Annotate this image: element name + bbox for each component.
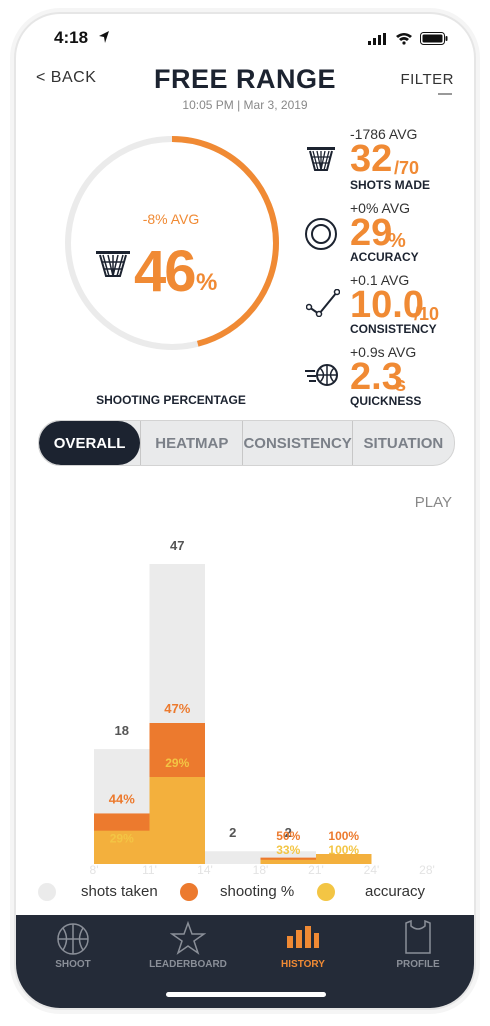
- label-accuracy: 100%: [328, 843, 359, 857]
- tab-heatmap[interactable]: HEATMAP: [140, 421, 242, 465]
- label-shooting-pct: 47%: [164, 701, 190, 716]
- legend-swatch-accuracy: [317, 883, 335, 901]
- play-button[interactable]: PLAY: [415, 494, 452, 511]
- tab-consistency[interactable]: CONSISTENCY: [242, 421, 352, 465]
- accuracy-value: 29: [350, 212, 393, 254]
- legend-label-shooting-pct: shooting %: [220, 883, 295, 900]
- percentage-avg: -8% AVG: [142, 211, 200, 227]
- phone-screen: 4:18 < BACK FREE RANGE 10:05 PM | Mar 3,…: [16, 14, 474, 1008]
- x-tick-label: 11': [142, 863, 157, 874]
- fast-ball-icon: [304, 363, 340, 392]
- label-shots-taken: 18: [115, 723, 129, 738]
- legend-label-shots-taken: shots taken: [81, 883, 158, 900]
- tab-overall[interactable]: OVERALL: [39, 421, 141, 465]
- star-icon: [170, 921, 206, 955]
- x-tick-label: 28': [419, 863, 435, 874]
- legend-swatch-shooting-pct: [180, 883, 198, 901]
- accuracy-label: ACCURACY: [350, 250, 419, 264]
- label-shots-taken: 47: [170, 538, 184, 553]
- shots-made-label: SHOTS MADE: [350, 178, 431, 192]
- label-shooting-pct: 44%: [109, 791, 135, 806]
- shots-made-value: 32: [350, 138, 393, 180]
- shooting-percentage-value: 46: [134, 239, 196, 304]
- label-accuracy: 29%: [110, 832, 134, 846]
- label-accuracy: 33%: [276, 843, 300, 857]
- basket-icon: [307, 147, 335, 171]
- signal-icon: [368, 32, 386, 45]
- status-time: 4:18: [54, 28, 89, 47]
- legend-swatch-shots-taken: [38, 883, 56, 901]
- shots-made-suffix: /70: [394, 158, 420, 178]
- legend-label-accuracy: accuracy: [365, 883, 426, 900]
- location-arrow-icon: [98, 30, 110, 49]
- x-tick-label: 21': [308, 863, 324, 874]
- nav-history-label: HISTORY: [281, 959, 325, 970]
- label-shots-taken: 2: [229, 825, 236, 840]
- x-tick-label: 8': [90, 863, 99, 874]
- nav-profile-label: PROFILE: [396, 959, 440, 970]
- nav-leaderboard-label: LEADERBOARD: [149, 959, 227, 970]
- shooting-percentage-unit: %: [196, 269, 218, 296]
- nav-shoot-label: SHOOT: [55, 959, 91, 970]
- status-icons: [368, 32, 448, 45]
- tab-situation[interactable]: SITUATION: [351, 421, 454, 465]
- chart-legend: shots taken shooting % accuracy: [38, 880, 458, 904]
- basket-icon: [95, 249, 131, 284]
- wifi-icon: [396, 33, 412, 45]
- distance-chart: 1844%29%4747%29%2 250%33%100%100%8' 11' 14'…: [90, 538, 435, 874]
- quickness-label: QUICKNESS: [350, 394, 422, 408]
- filter-underline: [438, 93, 452, 95]
- shooting-percentage-label: SHOOTING PERCENTAGE: [96, 393, 246, 407]
- x-tick-label: 14': [197, 863, 213, 874]
- filter-button[interactable]: FILTER: [400, 71, 454, 88]
- jersey-icon: [405, 920, 431, 954]
- label-shooting-pct: 100%: [328, 829, 359, 843]
- label-shooting-pct: 50%: [276, 829, 300, 843]
- target-icon: [304, 217, 338, 256]
- home-indicator: [166, 992, 326, 997]
- consistency-value: 10.0: [350, 284, 424, 326]
- bar-accuracy: [149, 777, 205, 864]
- consistency-label: CONSISTENCY: [350, 322, 437, 336]
- view-tabs: OVERALL HEATMAP CONSISTENCY SITUATION: [38, 420, 455, 466]
- trend-icon: [305, 288, 341, 322]
- x-tick-label: 24': [364, 863, 380, 874]
- label-accuracy: 29%: [165, 756, 189, 770]
- x-tick-label: 18': [253, 863, 269, 874]
- bar-chart-icon: [287, 926, 319, 948]
- basketball-icon: [57, 923, 89, 955]
- stat-shots-made-icon: [306, 146, 336, 177]
- session-timestamp: 10:05 PM | Mar 3, 2019: [182, 98, 308, 112]
- battery-icon: [420, 32, 448, 45]
